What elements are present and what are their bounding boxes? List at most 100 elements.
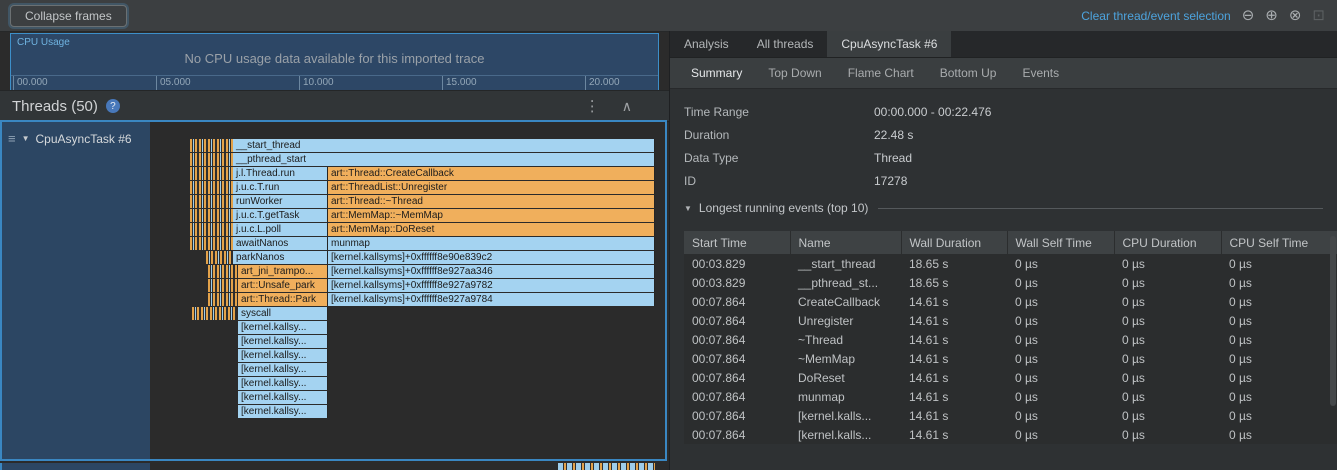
events-column-header[interactable]: Name (790, 231, 901, 254)
zoom-in-icon[interactable]: ⊕ (1265, 8, 1278, 23)
thread-expand-icon[interactable]: ▼ (22, 134, 30, 143)
events-cell: 14.61 s (901, 387, 1007, 406)
zoom-out-icon[interactable]: ⊖ (1242, 8, 1255, 23)
flame-bar[interactable]: art::Unsafe_park (238, 279, 328, 292)
flame-bar[interactable]: [kernel.kallsyms]+0xffffff8e927aa346 (328, 265, 655, 278)
events-row[interactable]: 00:07.864~MemMap14.61 s0 µs0 µs0 µs (684, 349, 1337, 368)
flame-ministripes[interactable] (190, 195, 233, 208)
flame-bar[interactable]: [kernel.kallsy... (238, 363, 328, 376)
events-row[interactable]: 00:07.864DoReset14.61 s0 µs0 µs0 µs (684, 368, 1337, 387)
events-cell: 00:07.864 (684, 425, 790, 444)
flame-bar[interactable]: awaitNanos (233, 237, 328, 250)
events-column-header[interactable]: Start Time (684, 231, 790, 254)
flame-ministripes[interactable] (190, 167, 233, 180)
time-axis-tick: 15.000 (442, 76, 477, 90)
flame-ministripes[interactable] (190, 181, 233, 194)
threads-panel-header: Threads (50) ? ⋮ ∧ (0, 90, 670, 122)
flame-bar[interactable]: __start_thread (233, 139, 655, 152)
subtab-bottom-up[interactable]: Bottom Up (927, 58, 1010, 88)
cpu-usage-panel[interactable]: CPU Usage No CPU usage data available fo… (10, 33, 659, 92)
events-cell: 14.61 s (901, 425, 1007, 444)
events-row[interactable]: 00:07.864munmap14.61 s0 µs0 µs0 µs (684, 387, 1337, 406)
flame-row: parkNanos[kernel.kallsyms]+0xffffff8e90e… (150, 251, 665, 264)
flame-bar[interactable]: j.u.c.T.run (233, 181, 328, 194)
subtab-events[interactable]: Events (1009, 58, 1072, 88)
flame-bar[interactable]: [kernel.kallsy... (238, 405, 328, 418)
flame-ministripes[interactable] (190, 139, 233, 152)
collapse-panel-icon[interactable]: ∧ (622, 98, 632, 115)
events-column-header[interactable]: CPU Self Time (1221, 231, 1337, 254)
flame-bar[interactable]: art::MemMap::DoReset (328, 223, 655, 236)
flame-bar[interactable]: syscall (238, 307, 328, 320)
events-cell: [kernel.kalls... (790, 406, 901, 425)
flame-bar[interactable]: munmap (328, 237, 655, 250)
flame-bar[interactable]: __pthread_start (233, 153, 655, 166)
flame-bar[interactable]: [kernel.kallsyms]+0xffffff8e927a9784 (328, 293, 655, 306)
subtab-top-down[interactable]: Top Down (755, 58, 834, 88)
thread-name: CpuAsyncTask #6 (36, 132, 132, 146)
help-icon[interactable]: ? (106, 99, 120, 113)
flame-bar[interactable]: [kernel.kallsy... (238, 321, 328, 334)
flame-bar[interactable]: j.u.c.L.poll (233, 223, 328, 236)
subtab-flame-chart[interactable]: Flame Chart (835, 58, 927, 88)
events-cell: 0 µs (1221, 425, 1337, 444)
flame-bar[interactable]: j.l.Thread.run (233, 167, 328, 180)
events-cell: 0 µs (1114, 406, 1221, 425)
drag-handle-icon[interactable]: ≡ (8, 131, 16, 146)
events-cell: 0 µs (1007, 254, 1114, 273)
clear-selection-link[interactable]: Clear thread/event selection (1081, 9, 1230, 23)
scrollbar[interactable] (1330, 236, 1336, 406)
flame-ministripes[interactable] (208, 293, 237, 306)
events-cell: 00:07.864 (684, 368, 790, 387)
flame-ministripes[interactable] (190, 209, 233, 222)
flame-bar[interactable]: [kernel.kallsy... (238, 349, 328, 362)
events-cell: 18.65 s (901, 254, 1007, 273)
events-section-title: Longest running events (top 10) (699, 201, 868, 215)
tab-all-threads[interactable]: All threads (743, 31, 828, 57)
flame-bar[interactable]: art::MemMap::~MemMap (328, 209, 655, 222)
flame-ministripes[interactable] (192, 307, 236, 320)
flame-ministripes[interactable] (208, 279, 237, 292)
summary-row: ID17278 (684, 169, 1337, 192)
flame-ministripes[interactable] (206, 251, 233, 264)
flame-bar[interactable]: art::Thread::Park (238, 293, 328, 306)
flame-ministripes[interactable] (208, 265, 237, 278)
flame-row: j.u.c.L.pollart::MemMap::DoReset (150, 223, 665, 236)
flame-bar[interactable]: j.u.c.T.getTask (233, 209, 328, 222)
events-row[interactable]: 00:03.829__pthread_st...18.65 s0 µs0 µs0… (684, 273, 1337, 292)
flame-row: art_jni_trampo...[kernel.kallsyms]+0xfff… (150, 265, 665, 278)
thread-list-item[interactable]: ≡ ▼ CpuAsyncTask #6 (2, 131, 150, 146)
flame-bar[interactable]: art_jni_trampo... (238, 265, 328, 278)
tab-analysis[interactable]: Analysis (670, 31, 743, 57)
section-collapse-icon[interactable]: ▼ (684, 204, 692, 213)
flame-bar[interactable]: art::Thread::~Thread (328, 195, 655, 208)
subtab-summary[interactable]: Summary (678, 58, 755, 88)
events-row[interactable]: 00:07.864[kernel.kalls...14.61 s0 µs0 µs… (684, 406, 1337, 425)
flame-bar[interactable]: art::Thread::CreateCallback (328, 167, 655, 180)
flame-ministripes[interactable] (190, 237, 233, 250)
events-column-header[interactable]: Wall Self Time (1007, 231, 1114, 254)
flame-bar[interactable]: [kernel.kallsy... (238, 377, 328, 390)
events-column-header[interactable]: Wall Duration (901, 231, 1007, 254)
events-row[interactable]: 00:07.864Unregister14.61 s0 µs0 µs0 µs (684, 311, 1337, 330)
flame-bar[interactable]: [kernel.kallsyms]+0xffffff8e90e839c2 (328, 251, 655, 264)
events-column-header[interactable]: CPU Duration (1114, 231, 1221, 254)
section-rule (878, 208, 1323, 209)
flame-bar[interactable]: runWorker (233, 195, 328, 208)
flame-bar[interactable]: parkNanos (233, 251, 328, 264)
flame-bar[interactable]: art::ThreadList::Unregister (328, 181, 655, 194)
flame-ministripes[interactable] (190, 153, 233, 166)
collapse-frames-button[interactable]: Collapse frames (10, 5, 127, 27)
events-row[interactable]: 00:07.864CreateCallback14.61 s0 µs0 µs0 … (684, 292, 1337, 311)
events-row[interactable]: 00:03.829__start_thread18.65 s0 µs0 µs0 … (684, 254, 1337, 273)
flame-ministripes[interactable] (558, 463, 655, 470)
reset-zoom-icon[interactable]: ⊗ (1289, 8, 1302, 23)
flame-bar[interactable]: [kernel.kallsy... (238, 335, 328, 348)
events-row[interactable]: 00:07.864~Thread14.61 s0 µs0 µs0 µs (684, 330, 1337, 349)
flame-ministripes[interactable] (190, 223, 233, 236)
flame-bar[interactable]: [kernel.kallsyms]+0xffffff8e927a9782 (328, 279, 655, 292)
tab-cpuasynctask-6[interactable]: CpuAsyncTask #6 (827, 31, 951, 57)
events-row[interactable]: 00:07.864[kernel.kalls...14.61 s0 µs0 µs… (684, 425, 1337, 444)
more-options-icon[interactable]: ⋮ (585, 97, 600, 115)
flame-bar[interactable]: [kernel.kallsy... (238, 391, 328, 404)
